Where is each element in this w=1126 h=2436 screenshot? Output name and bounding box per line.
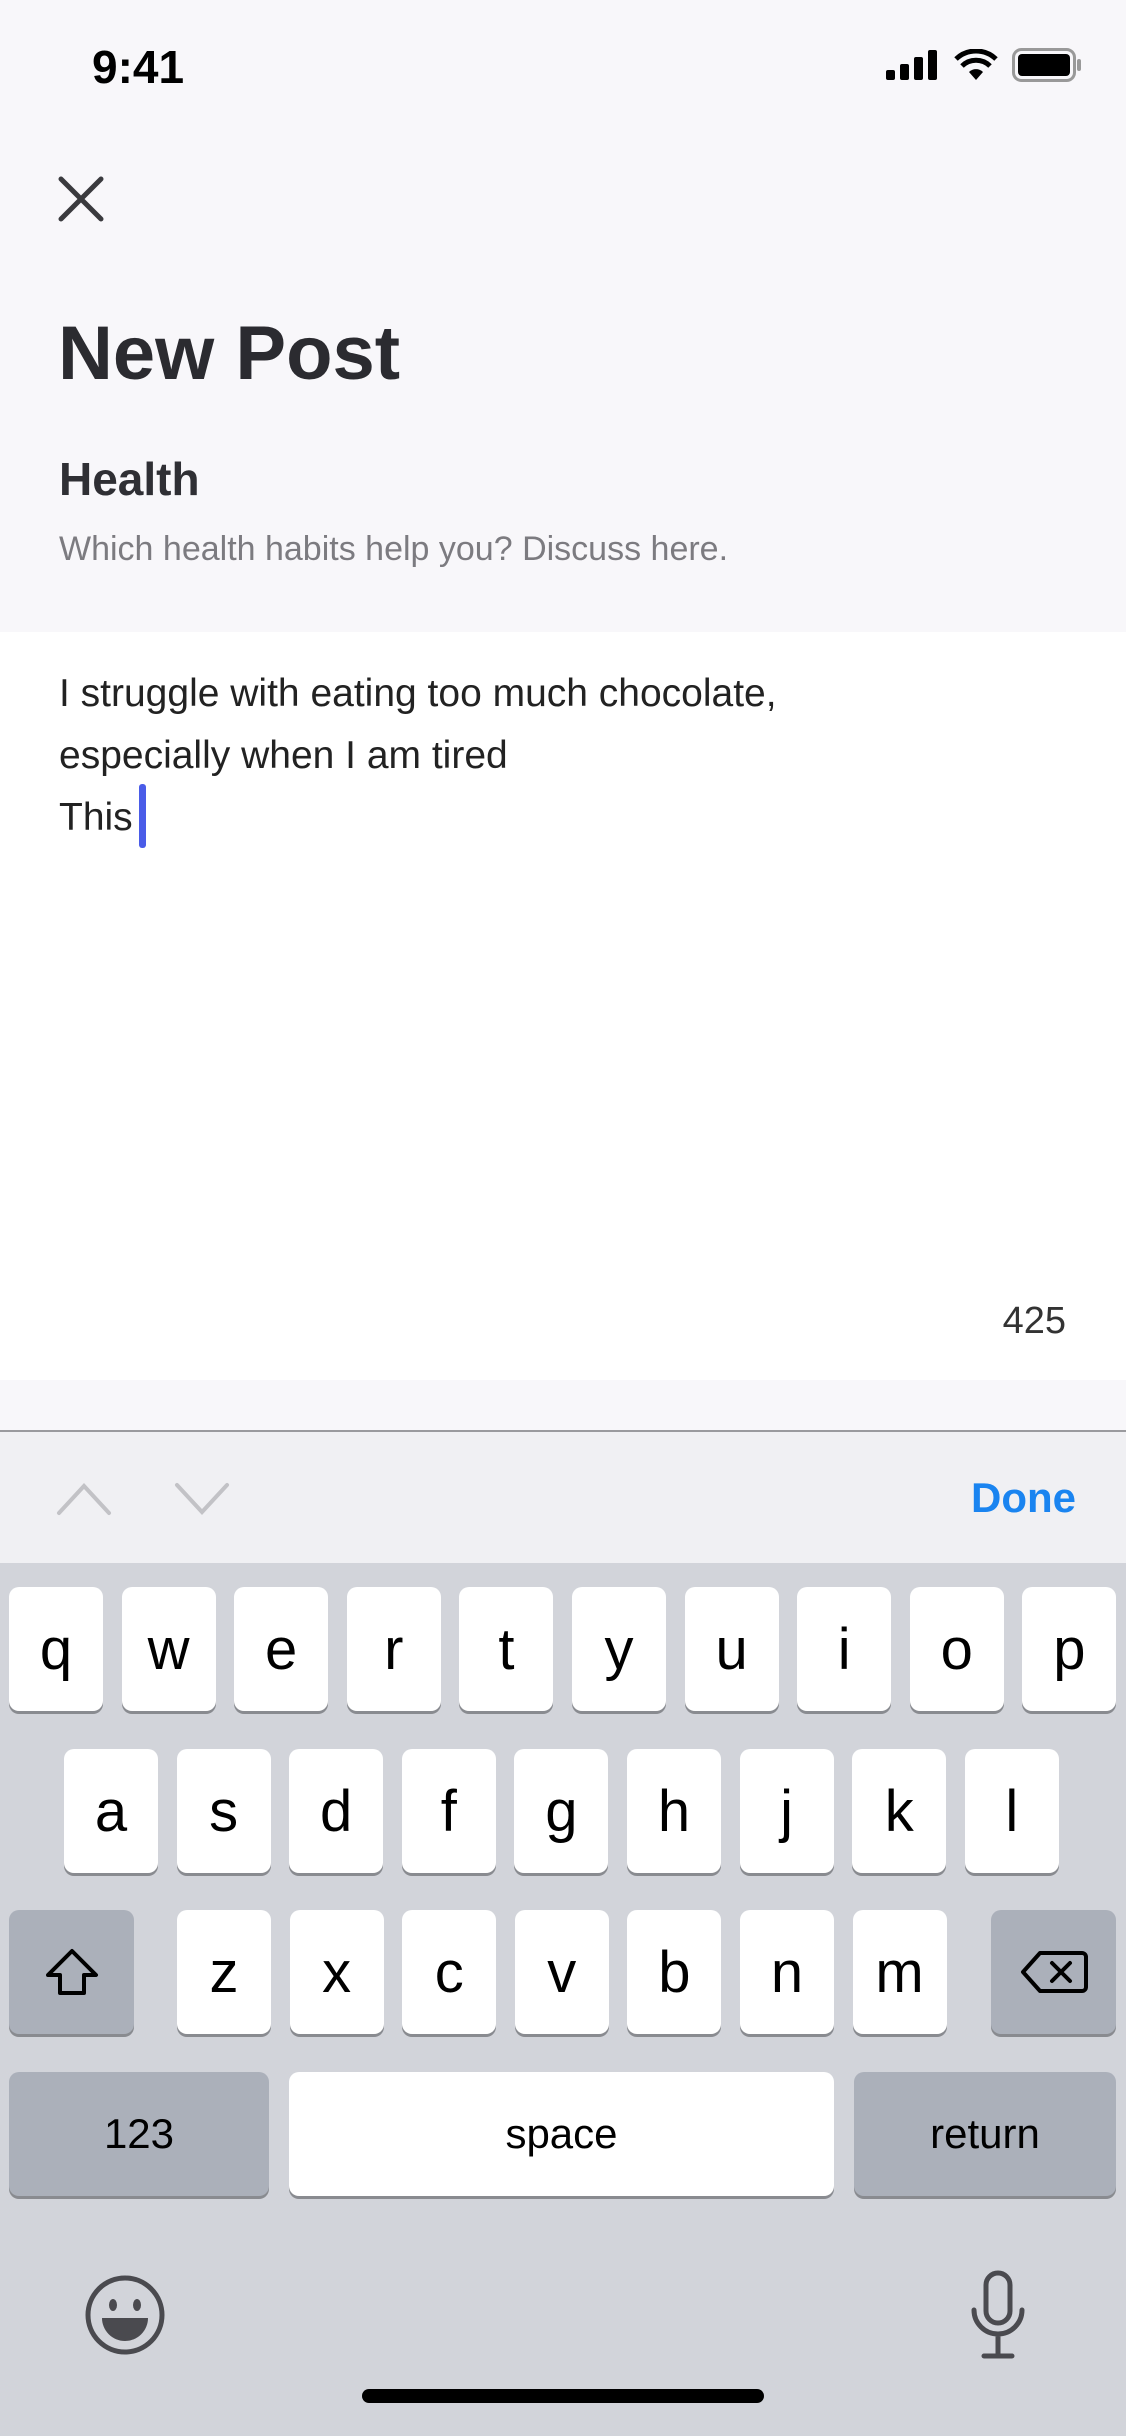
key-m[interactable]: m bbox=[852, 1910, 947, 2034]
key-a[interactable]: a bbox=[64, 1749, 158, 1873]
key-h[interactable]: h bbox=[627, 1749, 721, 1873]
key-x[interactable]: x bbox=[289, 1910, 384, 2034]
key-f[interactable]: f bbox=[401, 1749, 496, 1873]
character-count: 425 bbox=[1002, 1300, 1066, 1342]
key-i[interactable]: i bbox=[797, 1587, 892, 1711]
shift-key[interactable] bbox=[9, 1910, 134, 2034]
status-icons bbox=[886, 48, 1082, 82]
chevron-up-icon[interactable] bbox=[56, 1482, 112, 1516]
key-c[interactable]: c bbox=[402, 1910, 497, 2034]
post-text-line: This bbox=[59, 796, 133, 839]
numbers-key[interactable]: 123 bbox=[9, 2072, 269, 2196]
key-e[interactable]: e bbox=[234, 1587, 329, 1711]
emoji-icon[interactable] bbox=[84, 2274, 166, 2356]
category-description: Which health habits help you? Discuss he… bbox=[59, 530, 729, 568]
key-t[interactable]: t bbox=[459, 1587, 554, 1711]
delete-key[interactable] bbox=[991, 1910, 1116, 2034]
status-time: 9:41 bbox=[92, 41, 185, 93]
key-q[interactable]: q bbox=[9, 1587, 103, 1711]
close-icon[interactable] bbox=[56, 174, 106, 224]
key-j[interactable]: j bbox=[739, 1749, 834, 1873]
key-k[interactable]: k bbox=[852, 1749, 947, 1873]
shift-icon bbox=[45, 1949, 98, 1995]
key-l[interactable]: l bbox=[964, 1749, 1059, 1873]
category-name: Health bbox=[59, 453, 200, 505]
key-b[interactable]: b bbox=[627, 1910, 722, 2034]
wifi-icon bbox=[954, 49, 998, 80]
post-text-line: I struggle with eating too much chocolat… bbox=[59, 672, 777, 715]
key-z[interactable]: z bbox=[177, 1910, 271, 2034]
page-title: New Post bbox=[58, 311, 401, 396]
key-p[interactable]: p bbox=[1022, 1587, 1117, 1711]
done-button[interactable]: Done bbox=[971, 1474, 1076, 1522]
delete-icon bbox=[1020, 1951, 1088, 1993]
space-key[interactable]: space bbox=[289, 2072, 834, 2196]
key-g[interactable]: g bbox=[514, 1749, 609, 1873]
key-d[interactable]: d bbox=[289, 1749, 384, 1873]
key-o[interactable]: o bbox=[909, 1587, 1004, 1711]
key-w[interactable]: w bbox=[121, 1587, 216, 1711]
signal-icon bbox=[886, 50, 937, 80]
key-s[interactable]: s bbox=[176, 1749, 271, 1873]
keyboard-toolbar bbox=[0, 1432, 1126, 1563]
chevron-down-icon[interactable] bbox=[174, 1482, 230, 1516]
key-n[interactable]: n bbox=[740, 1910, 834, 2034]
key-v[interactable]: v bbox=[514, 1910, 609, 2034]
post-text-line: especially when I am tired bbox=[59, 734, 508, 777]
key-u[interactable]: u bbox=[684, 1587, 779, 1711]
microphone-icon[interactable] bbox=[968, 2270, 1028, 2360]
key-y[interactable]: y bbox=[572, 1587, 666, 1711]
home-indicator[interactable] bbox=[362, 2389, 764, 2403]
key-r[interactable]: r bbox=[346, 1587, 441, 1711]
return-key[interactable]: return bbox=[854, 2072, 1116, 2196]
text-cursor bbox=[139, 784, 146, 848]
battery-icon bbox=[1012, 48, 1081, 82]
